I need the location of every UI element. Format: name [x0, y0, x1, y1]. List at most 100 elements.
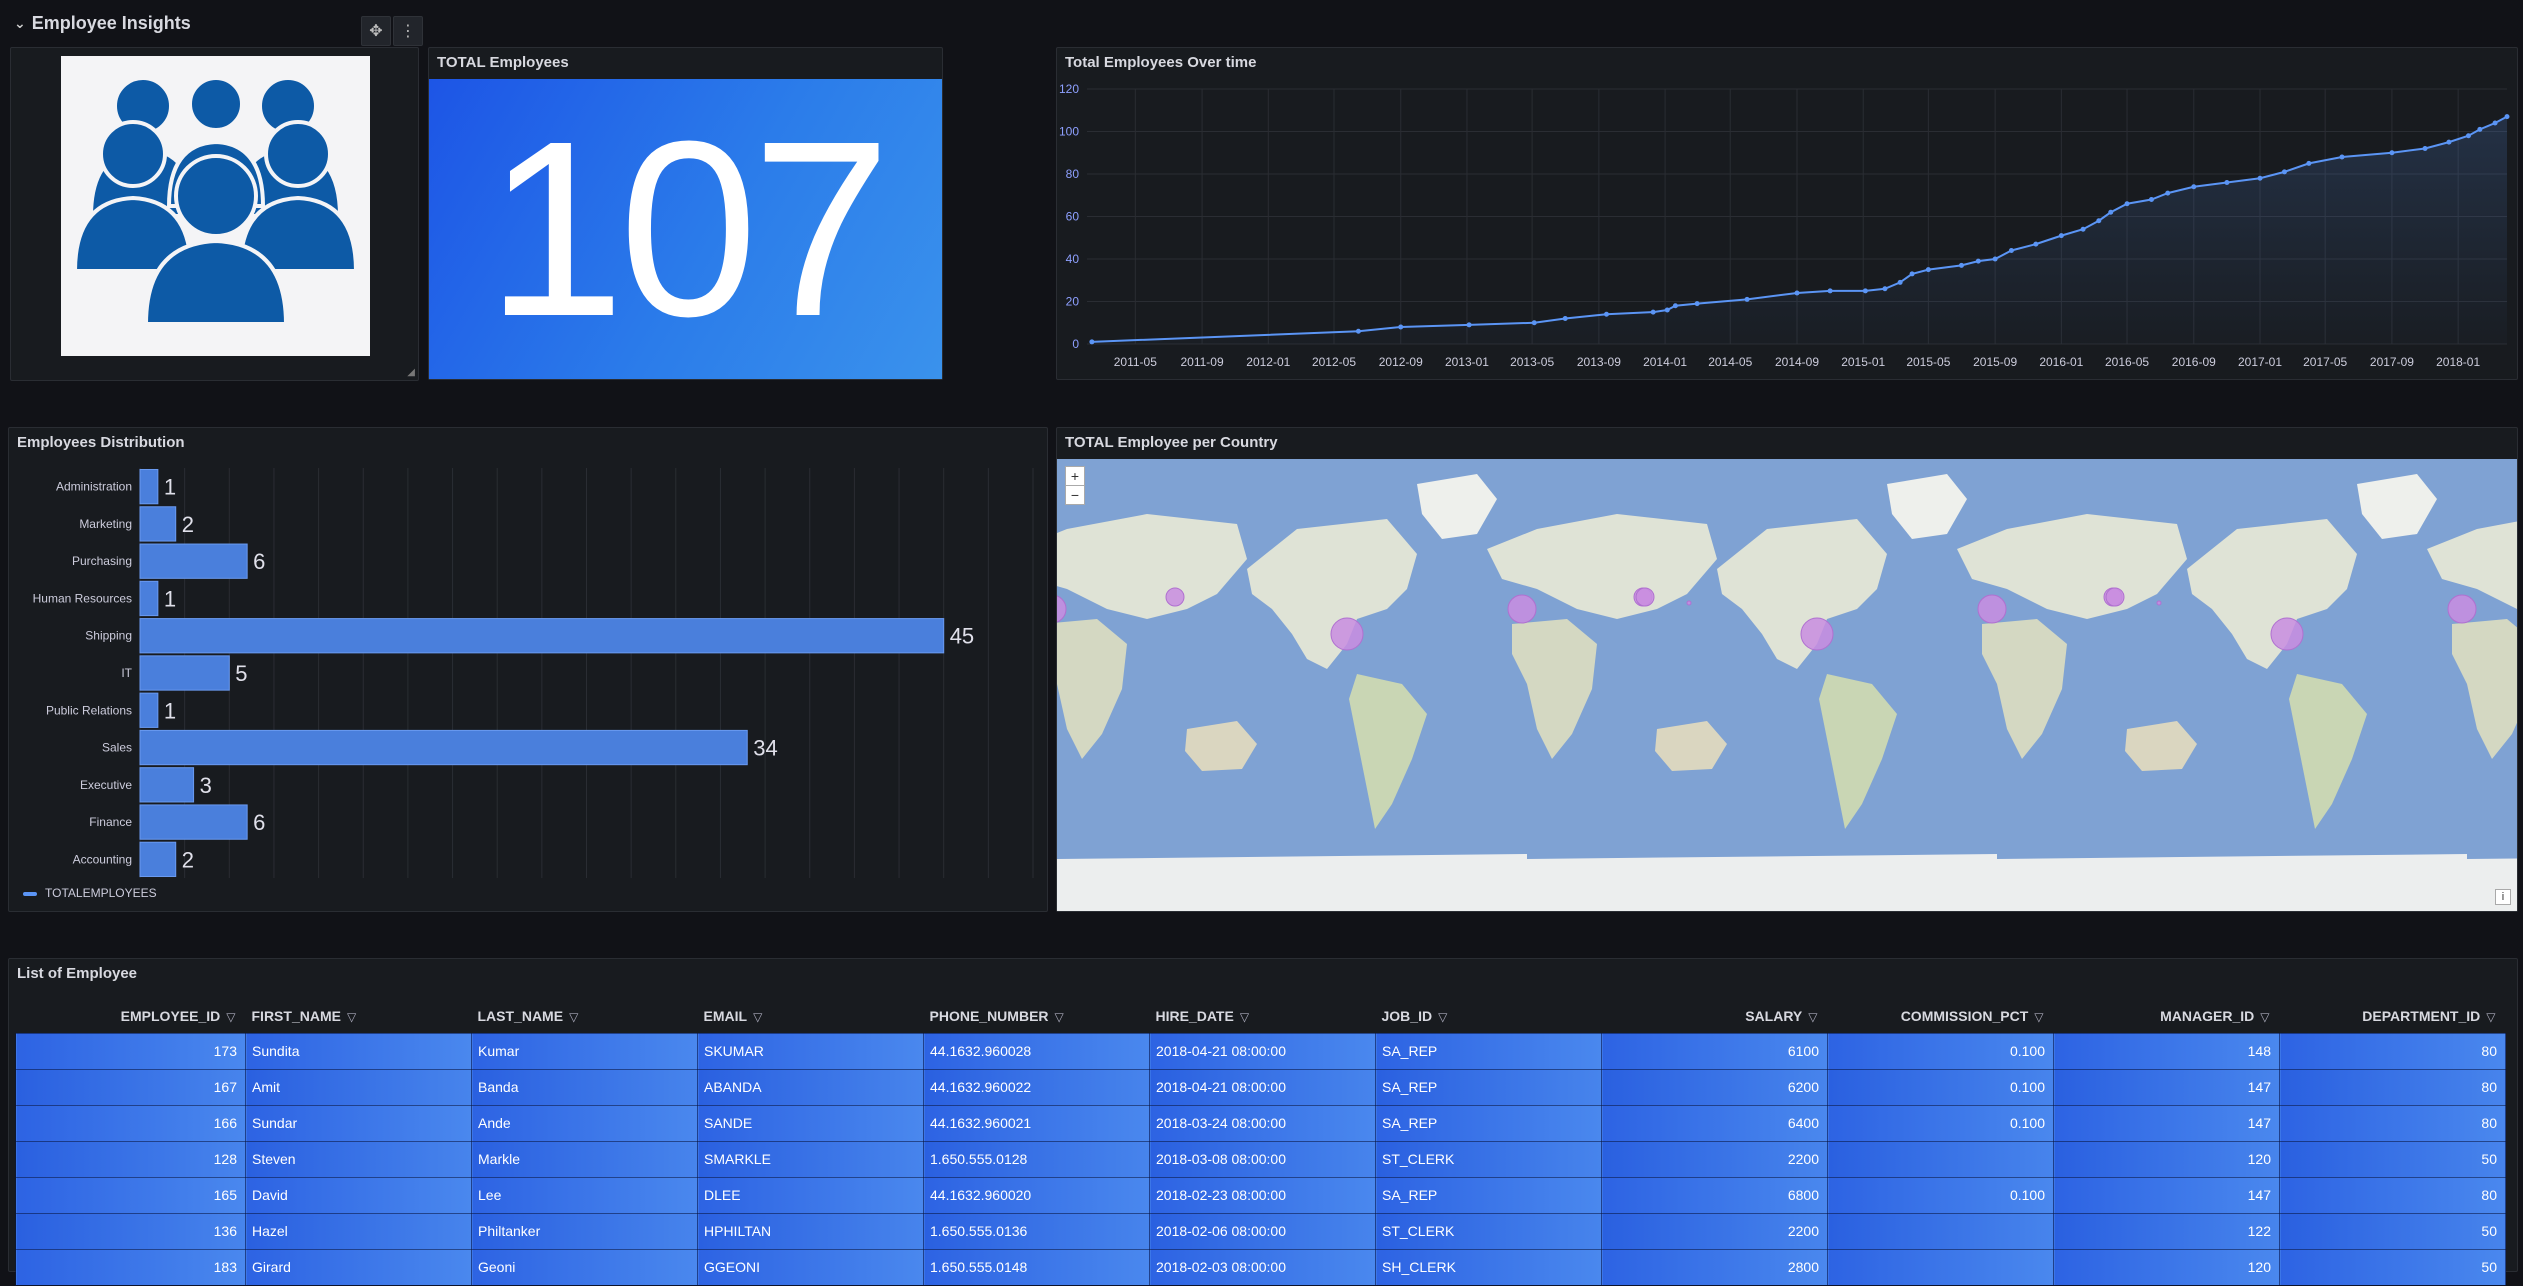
column-header[interactable]: DEPARTMENT_ID ▽	[2280, 999, 2506, 1033]
table-row[interactable]: 183 Girard Geoni GGEONI 1.650.555.0148 2018-0…	[15, 1248, 2506, 1286]
column-header[interactable]: EMPLOYEE_ID ▽	[16, 999, 246, 1033]
country-bubble[interactable]	[1800, 617, 1834, 651]
data-point[interactable]	[1089, 339, 1095, 345]
filter-icon[interactable]: ▽	[2486, 1010, 2495, 1024]
data-point[interactable]	[2058, 233, 2064, 239]
data-point[interactable]	[1694, 301, 1700, 307]
table-row[interactable]: 166 Sundar Ande SANDE 44.1632.960021 2018-03-…	[15, 1104, 2506, 1142]
data-point[interactable]	[2306, 160, 2312, 166]
data-point[interactable]	[2224, 180, 2230, 185]
table-row[interactable]: 128 Steven Markle SMARKLE 1.650.555.0128 2018…	[15, 1140, 2506, 1178]
chart-legend[interactable]: TOTALEMPLOYEES	[23, 886, 157, 900]
data-point[interactable]	[2389, 150, 2395, 156]
data-point[interactable]	[1958, 262, 1964, 268]
bar[interactable]	[139, 841, 177, 878]
filter-icon[interactable]: ▽	[2260, 1010, 2269, 1024]
column-header[interactable]: JOB_ID ▽	[1376, 999, 1602, 1033]
timeseries-chart[interactable]: 120 100 80 60 40 20 0 2011-05 2011-09 2012-01 2012…	[1057, 79, 2517, 379]
data-point[interactable]	[2492, 120, 2498, 126]
row-header[interactable]: ⌄ Employee Insights	[14, 8, 191, 38]
bar[interactable]	[139, 506, 177, 542]
kebab-menu-icon[interactable]: ⋮	[393, 16, 423, 46]
country-bubble[interactable]	[2270, 617, 2304, 651]
move-icon[interactable]: ✥	[361, 16, 391, 46]
country-bubble[interactable]	[2447, 594, 2477, 624]
filter-icon[interactable]: ▽	[1240, 1010, 1249, 1024]
filter-icon[interactable]: ▽	[347, 1010, 356, 1024]
zoom-in-button[interactable]: +	[1065, 466, 1085, 486]
data-point[interactable]	[2124, 201, 2130, 207]
country-bubble[interactable]	[1686, 600, 1692, 606]
world-map[interactable]	[1057, 459, 2517, 911]
data-point[interactable]	[1466, 322, 1472, 328]
data-point[interactable]	[1827, 288, 1833, 294]
data-point[interactable]	[2465, 133, 2471, 139]
filter-icon[interactable]: ▽	[226, 1010, 235, 1024]
resize-handle[interactable]: ◢	[407, 367, 415, 378]
data-point[interactable]	[2033, 241, 2039, 247]
country-bubble[interactable]	[2156, 600, 2162, 606]
data-point[interactable]	[1925, 267, 1931, 273]
bar[interactable]	[139, 468, 159, 505]
data-point[interactable]	[1744, 296, 1750, 302]
data-point[interactable]	[2080, 226, 2086, 232]
filter-icon[interactable]: ▽	[1808, 1010, 1817, 1024]
data-point[interactable]	[1794, 290, 1800, 296]
data-point[interactable]	[2504, 114, 2510, 120]
country-bubble[interactable]	[1635, 587, 1655, 607]
table-row[interactable]: 136 Hazel Philtanker HPHILTAN 1.650.555.0136…	[15, 1212, 2506, 1250]
timeseries-panel[interactable]: Total Employees Over time 120 100 80 60 40 20…	[1056, 47, 2518, 380]
data-point[interactable]	[1664, 307, 1670, 313]
data-point[interactable]	[1862, 288, 1868, 294]
country-bubble[interactable]	[2105, 587, 2125, 607]
data-point[interactable]	[1531, 320, 1537, 326]
bar[interactable]	[139, 692, 159, 728]
attribution-info-button[interactable]: i	[2495, 889, 2511, 905]
data-point[interactable]	[2165, 190, 2171, 196]
column-header[interactable]: MANAGER_ID ▽	[2054, 999, 2280, 1033]
data-point[interactable]	[2339, 154, 2345, 160]
filter-icon[interactable]: ▽	[1438, 1010, 1447, 1024]
data-point[interactable]	[2096, 218, 2102, 224]
stat-panel[interactable]: TOTAL Employees 107	[428, 47, 943, 380]
data-point[interactable]	[1909, 271, 1915, 277]
table-row[interactable]: 167 Amit Banda ABANDA 44.1632.960022 2018-04-…	[15, 1068, 2506, 1106]
data-point[interactable]	[2191, 184, 2197, 190]
bar[interactable]	[139, 804, 248, 840]
data-point[interactable]	[1562, 316, 1568, 321]
bar-chart-panel[interactable]: Employees Distribution 02.557.51012.5151…	[8, 427, 1048, 912]
bar[interactable]	[139, 655, 230, 691]
zoom-out-button[interactable]: −	[1065, 485, 1085, 505]
bar[interactable]	[139, 580, 159, 617]
column-header[interactable]: LAST_NAME ▽	[472, 999, 698, 1033]
column-header[interactable]: COMMISSION_PCT ▽	[1828, 999, 2054, 1033]
chevron-down-icon[interactable]: ⌄	[14, 15, 26, 32]
data-point[interactable]	[1650, 309, 1656, 315]
data-point[interactable]	[1897, 279, 1903, 285]
data-point[interactable]	[2257, 175, 2263, 181]
column-header[interactable]: EMAIL ▽	[698, 999, 924, 1033]
bar[interactable]	[139, 729, 748, 766]
data-point[interactable]	[2008, 248, 2014, 253]
data-point[interactable]	[2422, 146, 2428, 151]
data-point[interactable]	[2446, 139, 2452, 145]
data-point[interactable]	[2108, 209, 2114, 215]
country-bubble[interactable]	[1165, 587, 1185, 607]
column-header[interactable]: HIRE_DATE ▽	[1150, 999, 1376, 1033]
data-point[interactable]	[1355, 328, 1361, 334]
column-header[interactable]: FIRST_NAME ▽	[246, 999, 472, 1033]
filter-icon[interactable]: ▽	[753, 1010, 762, 1024]
bar-chart[interactable]: 02.557.51012.51517.52022.52527.53032.535…	[9, 458, 1045, 888]
column-header[interactable]: SALARY ▽	[1602, 999, 1828, 1033]
data-point[interactable]	[1672, 303, 1678, 309]
filter-icon[interactable]: ▽	[1055, 1010, 1064, 1024]
data-point[interactable]	[1975, 258, 1981, 264]
bar[interactable]	[139, 767, 195, 803]
country-bubble[interactable]	[1977, 594, 2007, 624]
column-header[interactable]: PHONE_NUMBER ▽	[924, 999, 1150, 1033]
data-point[interactable]	[2148, 197, 2154, 202]
table-row[interactable]: 173 Sundita Kumar SKUMAR 44.1632.960028 2018-…	[15, 1032, 2506, 1070]
data-point[interactable]	[1603, 311, 1609, 317]
data-point[interactable]	[1398, 324, 1404, 330]
country-bubble[interactable]	[1330, 617, 1364, 651]
